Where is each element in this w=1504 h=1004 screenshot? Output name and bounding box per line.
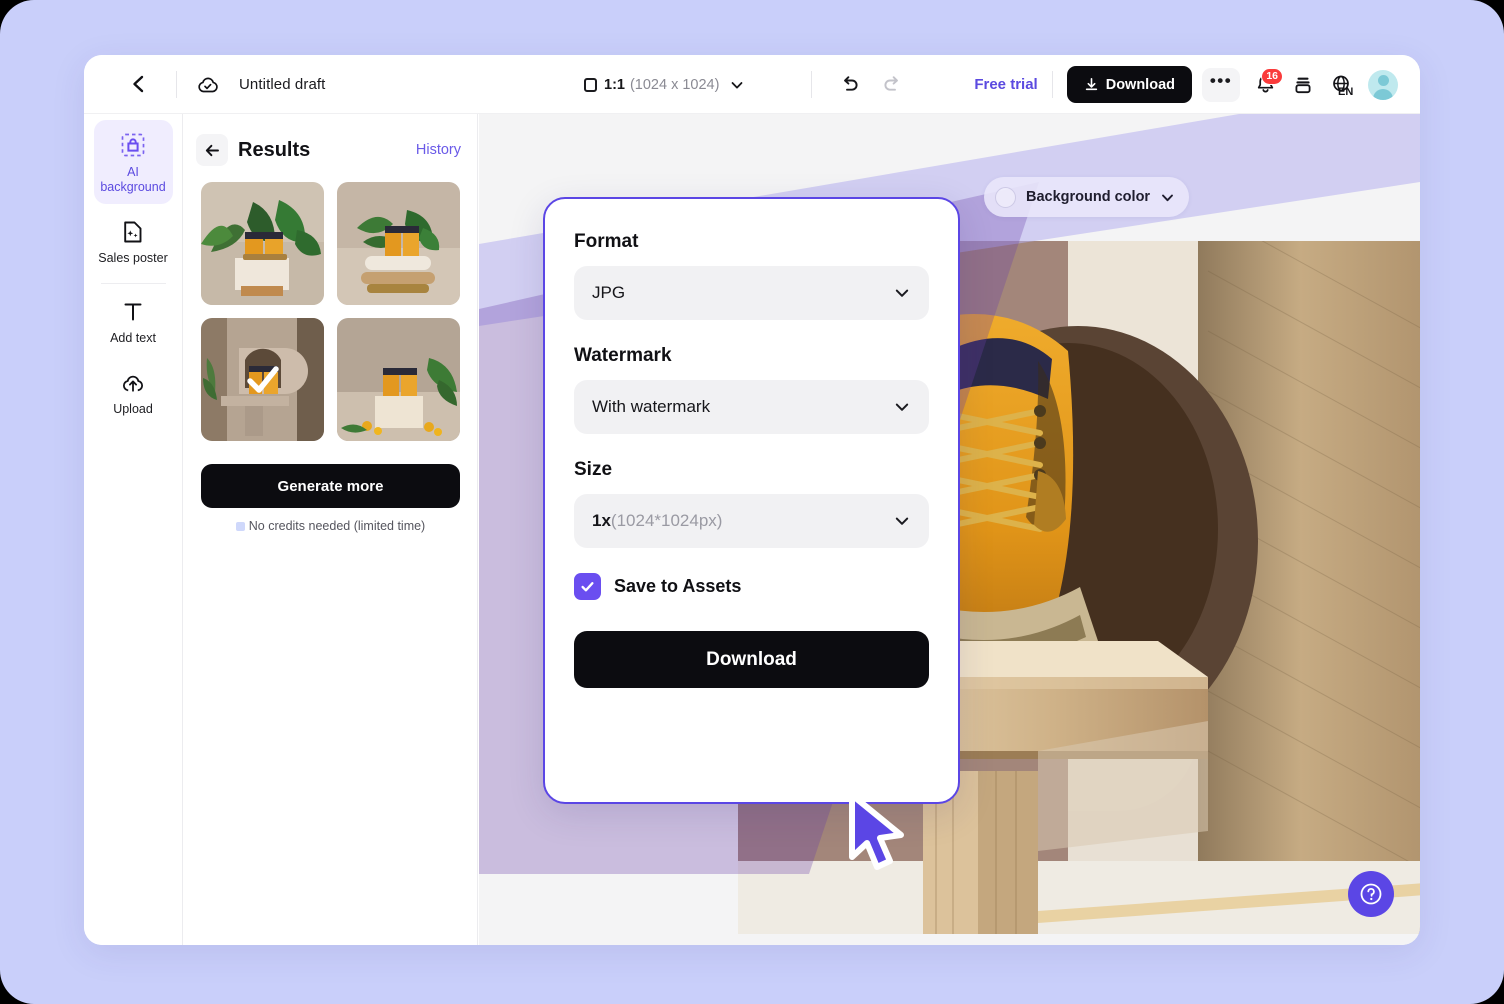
square-icon [584,77,597,92]
chevron-down-icon [1162,194,1174,201]
results-grid [184,170,477,441]
result-thumbnail-4[interactable] [337,318,460,441]
background-color-label: Background color [1026,189,1151,205]
save-to-assets-checkbox[interactable] [574,573,601,600]
size-label: Size [574,459,613,480]
thumbnail-image [337,182,460,305]
left-rail: AI background Sales poster Add text Uplo… [84,114,183,945]
generate-more-button[interactable]: Generate more [201,464,460,508]
credit-dot-icon [235,521,245,531]
size-value-multiplier: 1x [592,511,611,530]
help-button[interactable] [1348,871,1394,917]
ratio-label: 1:1 [604,76,625,93]
redo-icon[interactable] [881,74,903,96]
results-back-button[interactable] [196,134,228,166]
size-select[interactable]: 1x (1024*1024px) [574,494,929,548]
header-divider-2 [811,71,812,98]
download-button-label: Download [1105,76,1175,93]
credits-note-text: No credits needed (limited time) [248,519,426,533]
background-color-swatch [995,186,1016,208]
aspect-ratio-selector[interactable]: 1:1 (1024 x 1024) [584,55,744,114]
chevron-left-icon [132,75,143,93]
chevron-down-icon [895,289,909,297]
sales-poster-icon [124,221,142,243]
cloud-saved-icon [193,69,223,99]
watermark-label: Watermark [574,345,672,366]
thumbnail-image [337,318,460,441]
header-actions: Free trial Download ••• 16 EN [974,55,1398,114]
upload-cloud-icon [122,375,144,392]
sidebar-item-sales-poster[interactable]: Sales poster [94,208,173,275]
back-button[interactable] [116,62,160,106]
size-value-pixels: (1024*1024px) [610,511,723,530]
generate-more-label: Generate more [277,477,384,495]
avatar[interactable] [1368,69,1398,100]
result-thumbnail-3[interactable] [201,318,324,441]
chevron-down-icon [732,81,743,88]
watermark-select[interactable]: With watermark [574,380,929,434]
header-divider-1 [176,70,177,98]
more-dots-icon: ••• [1209,70,1233,90]
text-icon [124,303,142,321]
credits-note: No credits needed (limited time) [184,519,477,533]
more-options-button[interactable]: ••• [1202,67,1240,102]
language-code: EN [1338,85,1354,98]
modal-download-button[interactable]: Download [574,631,929,688]
sidebar-item-label: Add text [110,331,156,345]
ai-bag-icon [121,133,145,157]
download-settings-modal: Format JPG Watermark With watermark Size… [543,197,960,870]
sidebar-item-label: Sales poster [98,251,168,265]
ratio-dimensions: (1024 x 1024) [629,76,720,93]
notifications-button[interactable]: 16 [1246,66,1284,104]
header-divider-3 [1051,71,1053,98]
save-to-assets-row[interactable]: Save to Assets [574,573,929,600]
sidebar-item-upload[interactable]: Upload [94,359,173,426]
chevron-down-icon [895,517,909,525]
question-mark-icon [1360,883,1382,905]
layers-button[interactable] [1284,66,1322,104]
history-link[interactable]: History [416,142,461,158]
layers-icon [1295,77,1311,93]
format-value: JPG [592,283,626,302]
thumbnail-image [201,182,324,305]
page-root: Untitled draft 1:1 (1024 x 1024) Free tr… [0,0,1504,1004]
format-select[interactable]: JPG [574,266,929,320]
save-to-assets-label: Save to Assets [614,576,742,596]
app-header: Untitled draft 1:1 (1024 x 1024) Free tr… [84,55,1420,114]
undo-icon[interactable] [839,74,861,96]
sidebar-item-label: AI background [100,165,166,194]
results-header: Results History [184,114,477,170]
selected-check-icon [246,365,279,393]
result-thumbnail-1[interactable] [201,182,324,305]
result-thumbnail-2[interactable] [337,182,460,305]
download-button[interactable]: Download [1066,66,1192,103]
chevron-down-icon [895,403,909,411]
page-title: Results [238,138,311,161]
check-icon [581,582,594,592]
rail-divider [100,283,166,284]
free-trial-link[interactable]: Free trial [974,76,1037,93]
modal-download-label: Download [706,648,797,670]
document-title[interactable]: Untitled draft [239,76,325,93]
notification-badge: 16 [1261,67,1283,85]
format-label: Format [574,231,639,252]
sidebar-item-ai-background[interactable]: AI background [93,120,173,204]
background-color-dropdown[interactable]: Background color [984,177,1190,217]
results-panel: Results History Generate more No credits… [184,114,478,945]
sidebar-item-label: Upload [113,402,153,416]
app-window: Untitled draft 1:1 (1024 x 1024) Free tr… [84,55,1420,945]
sidebar-item-add-text[interactable]: Add text [94,288,173,355]
language-button[interactable]: EN [1322,66,1360,104]
watermark-value: With watermark [592,397,711,416]
arrow-left-icon [205,144,219,156]
history-controls [839,55,903,114]
download-icon [1085,78,1097,91]
